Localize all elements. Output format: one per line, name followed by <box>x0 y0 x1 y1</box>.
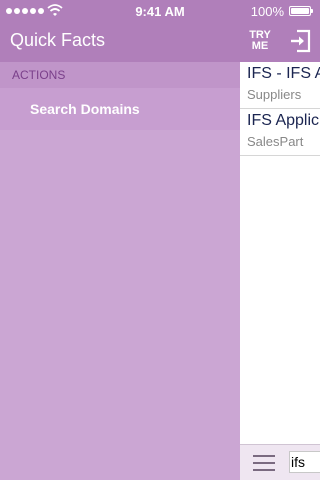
result-title: IFS Applic <box>247 112 320 129</box>
actions-section-header: ACTIONS <box>0 62 240 88</box>
battery-percentage: 100% <box>250 4 284 19</box>
status-bar: 9:41 AM 100% <box>0 0 320 22</box>
main-content-panel: IFS - IFS A Suppliers IFS Applic SalesPa… <box>240 62 320 480</box>
app-screen: 9:41 AM 100% Quick Facts TRY ME ACTIONS … <box>0 0 320 480</box>
result-subtitle: SalesPart <box>247 134 304 149</box>
search-input[interactable] <box>289 451 320 473</box>
result-title: IFS - IFS A <box>247 65 320 82</box>
hamburger-menu-icon[interactable] <box>253 455 275 471</box>
try-me-label-line2: ME <box>251 40 269 52</box>
try-me-button[interactable]: TRY ME <box>246 30 274 52</box>
logout-icon[interactable] <box>288 28 314 54</box>
menu-item-search-domains[interactable]: Search Domains <box>0 88 240 130</box>
nav-title: Quick Facts <box>10 30 106 50</box>
result-row[interactable]: IFS - IFS A Suppliers <box>240 62 320 109</box>
battery-icon <box>289 6 313 16</box>
result-subtitle: Suppliers <box>247 87 302 102</box>
result-row[interactable]: IFS Applic SalesPart <box>240 109 320 156</box>
navigation-bar: Quick Facts TRY ME <box>0 22 320 62</box>
bottom-toolbar <box>240 444 320 480</box>
side-menu: ACTIONS Search Domains <box>0 62 240 480</box>
